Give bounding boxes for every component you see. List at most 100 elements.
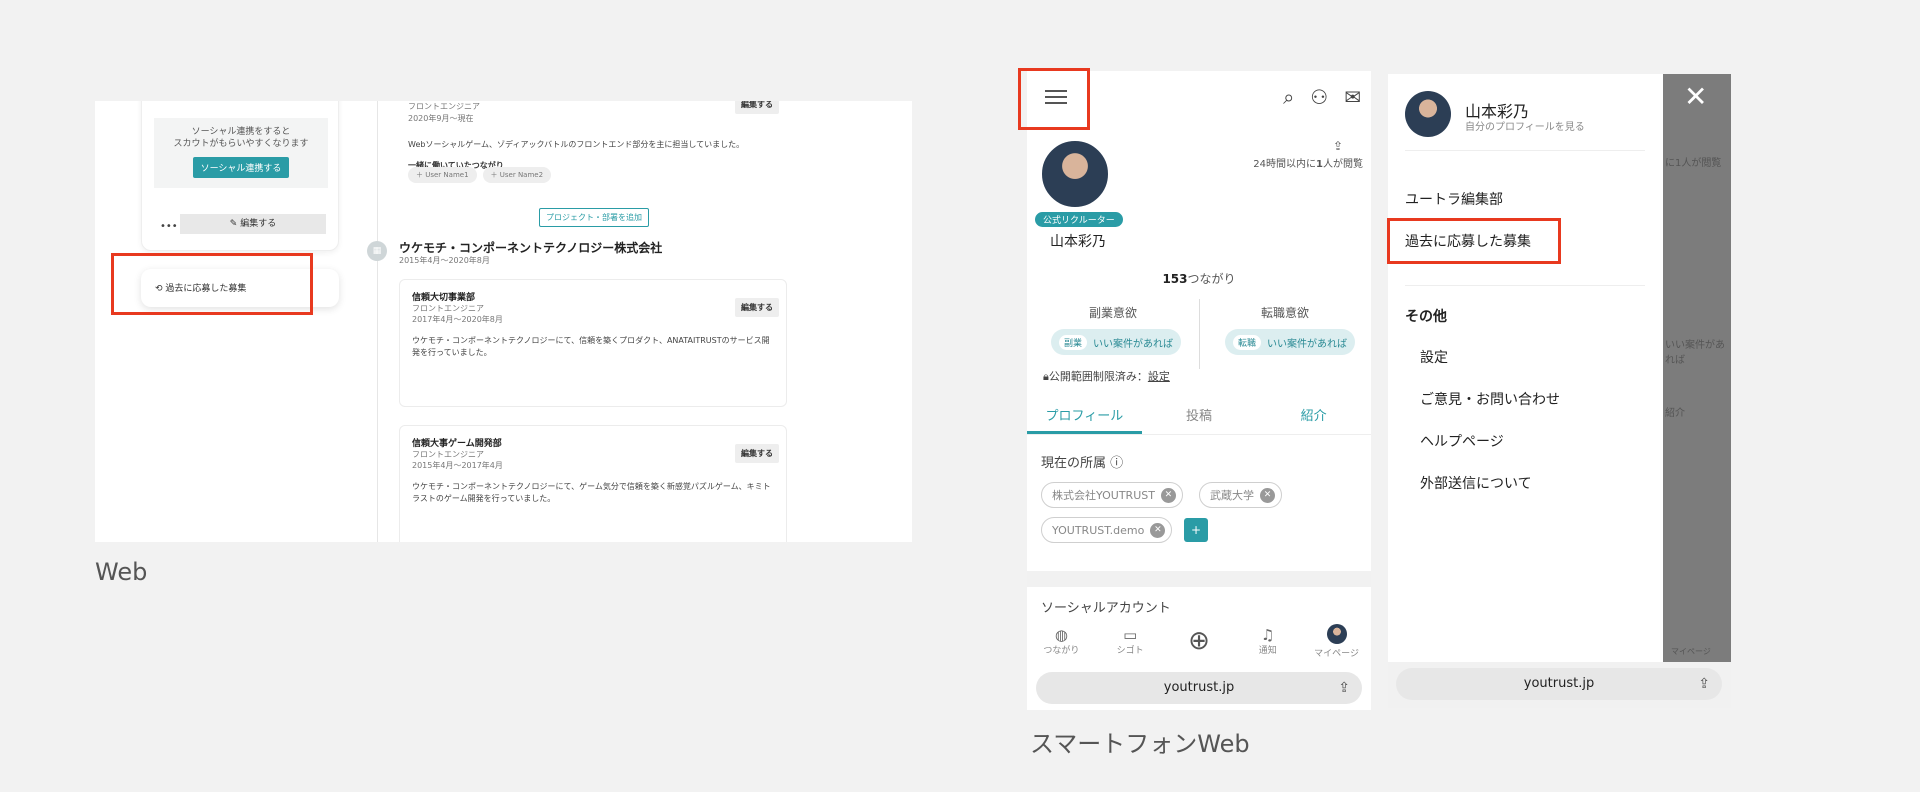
share-icon[interactable]: ⇪ [1333, 139, 1343, 153]
dimmed-overlay[interactable]: に1人が閲覧 いい案件があれば 紹介 マイページ [1663, 74, 1731, 662]
social-link-box: ソーシャル連携をすると スカウトがもらいやすくなります ソーシャル連携する [154, 118, 328, 188]
nav-notifications[interactable]: ♫ 通知 [1243, 627, 1293, 656]
profile-view: ⌕ ⚇ ✉ 公式リクルーター 山本彩乃 ⇪ 24時間以内に1人が閲覧 153つな… [1027, 71, 1371, 571]
job-description: ウケモチ・コンポーネントテクノロジーにて、信頼を築くプロダクト、ANATAITR… [412, 336, 770, 357]
privacy-link[interactable]: 設定 [1148, 370, 1170, 383]
nav-connections[interactable]: ◍ つながり [1036, 627, 1086, 656]
web-screenshot: ソーシャル連携をすると スカウトがもらいやすくなります ソーシャル連携する ••… [95, 101, 912, 542]
job-description: ウケモチ・コンポーネントテクノロジーにて、ゲーム気分で信頼を築く新感覚パズルゲー… [412, 482, 771, 503]
job-title: 信頼大切事業部 [412, 293, 476, 303]
menu-item-external-transmission[interactable]: 外部送信について [1420, 473, 1532, 493]
edit-profile-button[interactable]: ✎ 編集する [180, 214, 326, 234]
job-period: 2020年9月〜現在 [408, 114, 474, 123]
profile-side-card: ソーシャル連携をすると スカウトがもらいやすくなります ソーシャル連携する ••… [141, 101, 339, 251]
mail-icon[interactable]: ✉ [1344, 85, 1361, 109]
bell-icon: ♫ [1261, 625, 1275, 644]
divider [1405, 285, 1645, 286]
job-period: 2017年4月〜2020年8月 [412, 315, 503, 324]
social-text-1: ソーシャル連携をすると [191, 127, 291, 137]
divider [1405, 150, 1645, 151]
career-label: 転職意欲 [1260, 306, 1309, 320]
add-user-icon[interactable]: ⚇ [1310, 85, 1328, 109]
tab-posts[interactable]: 投稿 [1142, 401, 1257, 434]
help-icon[interactable]: ⓘ [1110, 456, 1123, 471]
affiliation-chip[interactable]: 武蔵大学 ✕ [1199, 482, 1282, 508]
edit-button[interactable]: 編集する [735, 444, 779, 463]
avatar[interactable] [1040, 139, 1110, 209]
company-period: 2015年4月〜2020年8月 [399, 256, 490, 265]
job-role: フロントエンジニア [412, 450, 484, 459]
tab-referrals[interactable]: 紹介 [1256, 401, 1371, 434]
search-icon[interactable]: ⌕ [1283, 85, 1294, 109]
divider [377, 101, 378, 542]
user-chip[interactable]: ＋ User Name1 [408, 167, 477, 183]
more-icon[interactable]: ••• [160, 221, 178, 232]
coworker-chips: ＋ User Name1 ＋ User Name2 [408, 167, 552, 183]
recruiter-badge: 公式リクルーター [1035, 212, 1123, 227]
company-name: ウケモチ・コンポーネントテクノロジー株式会社 [399, 241, 663, 255]
view-count: 24時間以内に1人が閲覧 [1253, 159, 1363, 170]
pencil-icon: ✎ [229, 219, 241, 229]
menu-item-editorial[interactable]: ユートラ編集部 [1405, 189, 1503, 209]
highlight-box [1018, 68, 1090, 130]
building-icon: ▦ [367, 241, 387, 261]
menu-item-feedback[interactable]: ご意見・お問い合わせ [1420, 389, 1560, 409]
globe-icon: ◍ [1054, 625, 1068, 644]
side-job-pill: 副業 いい案件があれば [1051, 329, 1182, 355]
view-profile-link[interactable]: 自分のプロフィールを見る [1465, 118, 1585, 133]
web-caption: Web [95, 558, 148, 586]
share-icon[interactable]: ⇪ [1698, 668, 1710, 700]
privacy-setting: 🔒︎公開範囲制限済み：設定 [1043, 370, 1170, 383]
connections-count[interactable]: 153つながり [1027, 270, 1371, 287]
browser-url-bar[interactable]: youtrust.jp ⇪ [1396, 668, 1722, 700]
smartphone-profile-screenshot: ⌕ ⚇ ✉ 公式リクルーター 山本彩乃 ⇪ 24時間以内に1人が閲覧 153つな… [1027, 71, 1371, 710]
browser-url-bar[interactable]: youtrust.jp ⇪ [1036, 672, 1362, 704]
highlight-box [111, 253, 313, 315]
tab-profile[interactable]: プロフィール [1027, 401, 1142, 434]
social-link-button[interactable]: ソーシャル連携する [192, 157, 290, 178]
avatar[interactable] [1405, 91, 1451, 137]
side-menu-drawer: 山本彩乃 自分のプロフィールを見る ユートラ編集部 過去に応募した募集 その他 … [1388, 74, 1663, 662]
affiliation-chip[interactable]: 株式会社YOUTRUST ✕ [1041, 482, 1183, 508]
user-chip[interactable]: ＋ User Name2 [482, 167, 552, 183]
smartphone-menu-screenshot: 山本彩乃 自分のプロフィールを見る ユートラ編集部 過去に応募した募集 その他 … [1388, 74, 1731, 708]
edit-button[interactable]: 編集する [735, 298, 779, 317]
close-icon[interactable]: ✕ [1684, 80, 1707, 113]
close-icon[interactable]: ✕ [1150, 522, 1166, 538]
url-text: youtrust.jp [1163, 680, 1235, 695]
menu-section-other: その他 [1405, 309, 1447, 325]
menu-item-help[interactable]: ヘルプページ [1420, 431, 1504, 451]
share-icon[interactable]: ⇪ [1338, 672, 1350, 704]
current-job: フロントエンジニア 2020年9月〜現在 Webソーシャルゲーム、ゾディアックバ… [408, 101, 788, 171]
nav-create[interactable]: ⊕ [1174, 628, 1224, 654]
social-text-2: スカウトがもらいやすくなります [173, 139, 309, 149]
job-period: 2015年4月〜2017年4月 [412, 461, 503, 470]
profile-tabs: プロフィール 投稿 紹介 [1027, 401, 1371, 435]
social-title: ソーシャルアカウント [1041, 601, 1171, 616]
side-job-label: 副業意欲 [1088, 306, 1137, 320]
job-role: フロントエンジニア [412, 304, 484, 313]
profile-name: 山本彩乃 [1050, 234, 1106, 250]
briefcase-icon: ▭ [1123, 625, 1138, 644]
edit-button[interactable]: 編集する [735, 101, 779, 114]
job-description: Webソーシャルゲーム、ゾディアックバトルのフロントエンド部分を主に担当していま… [408, 140, 745, 149]
job-title: 信頼大事ゲーム開発部 [412, 439, 502, 449]
add-project-button[interactable]: プロジェクト・部署を追加 [539, 208, 649, 227]
job-card: 信頼大切事業部 フロントエンジニア 2017年4月〜2020年8月 ウケモチ・コ… [399, 279, 787, 407]
edit-label: 編集する [240, 219, 277, 229]
close-icon[interactable]: ✕ [1260, 487, 1275, 503]
menu-item-settings[interactable]: 設定 [1420, 347, 1448, 367]
bottom-navigation: ◍ つながり ▭ シゴト ⊕ ♫ 通知 マイページ [1027, 621, 1371, 661]
url-text: youtrust.jp [1523, 676, 1595, 691]
job-card: 信頼大事ゲーム開発部 フロントエンジニア 2015年4月〜2017年4月 ウケモ… [399, 425, 787, 542]
close-icon[interactable]: ✕ [1160, 487, 1176, 503]
job-role: フロントエンジニア [408, 102, 480, 111]
add-affiliation-button[interactable]: + [1184, 518, 1208, 542]
highlight-box [1387, 218, 1561, 264]
plus-circle-icon: ⊕ [1188, 626, 1210, 656]
affiliation-chip[interactable]: YOUTRUST.demo ✕ [1041, 517, 1173, 543]
smartphone-caption: スマートフォンWeb [1030, 730, 1250, 758]
header-icons: ⌕ ⚇ ✉ [1283, 85, 1361, 109]
nav-jobs[interactable]: ▭ シゴト [1105, 627, 1155, 656]
nav-mypage[interactable]: マイページ [1312, 623, 1362, 659]
